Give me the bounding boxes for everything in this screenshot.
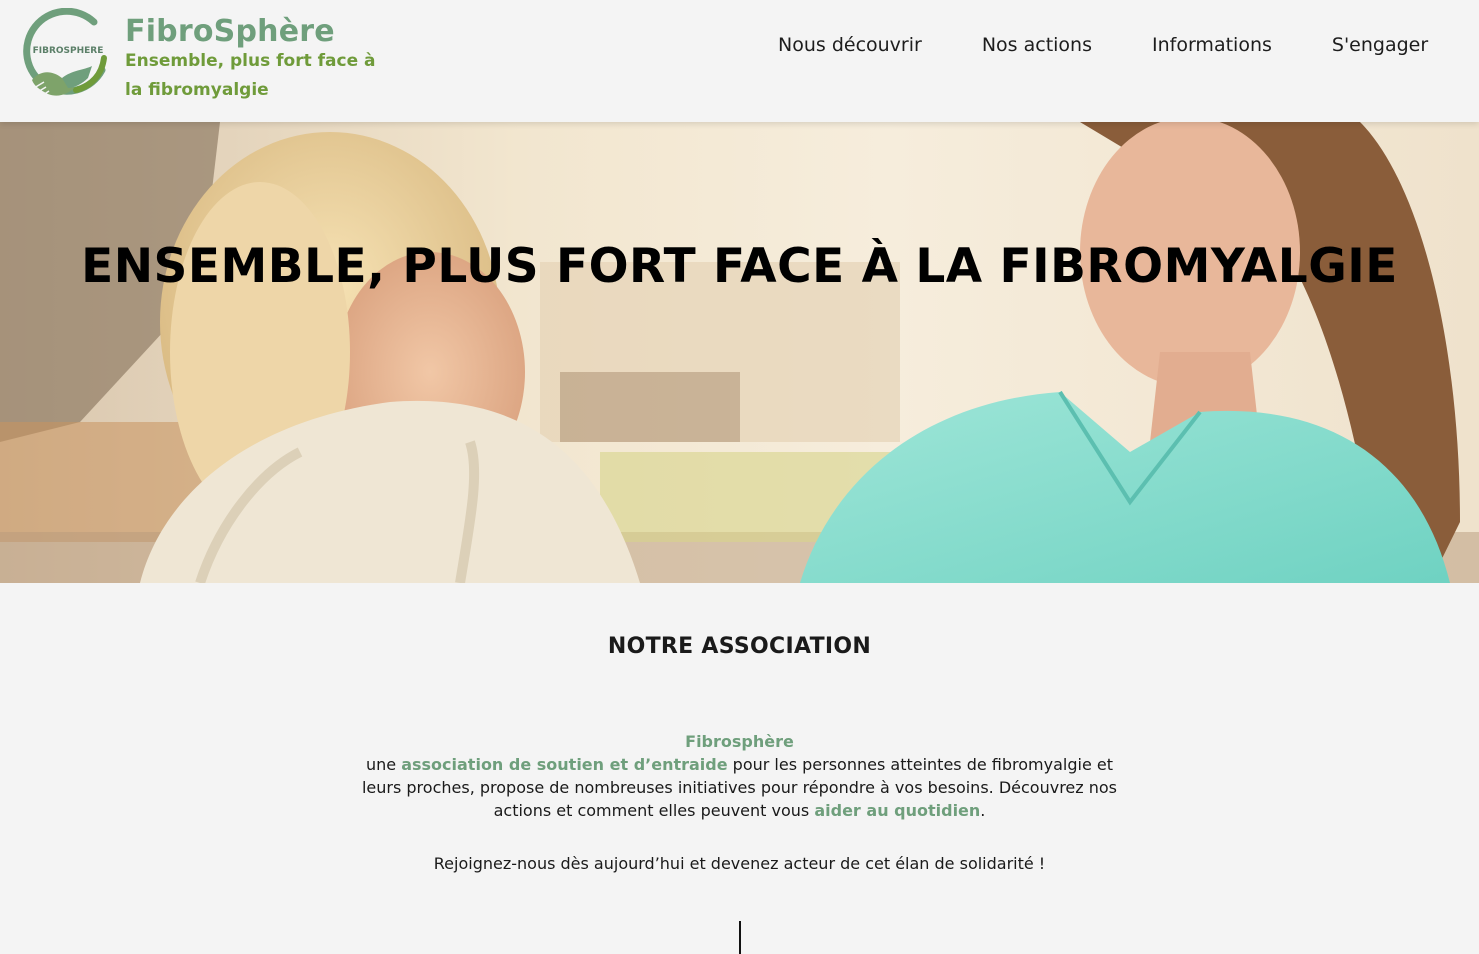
- fibrosphere-logo[interactable]: FIBROSPHERE: [22, 8, 114, 100]
- brand-title[interactable]: FibroSphère: [125, 14, 335, 49]
- logo-text: FIBROSPHERE: [33, 46, 104, 56]
- hero-title: ENSEMBLE, PLUS FORT FACE À LA FIBROMYALG…: [81, 239, 1398, 294]
- hero-banner: ENSEMBLE, PLUS FORT FACE À LA FIBROMYALG…: [0, 122, 1479, 583]
- nav-item-informations[interactable]: Informations: [1152, 34, 1272, 56]
- hero-background-image: [0, 122, 1479, 583]
- nav-item-nous-decouvrir[interactable]: Nous découvrir: [778, 34, 922, 56]
- about-text-part: .: [980, 801, 986, 820]
- about-description: Fibrosphère une association de soutien e…: [360, 730, 1119, 822]
- site-header: FIBROSPHERE FibroSphère Ensemble, plus f…: [0, 0, 1479, 122]
- section-title: NOTRE ASSOCIATION: [607, 634, 872, 659]
- association-name: Fibrosphère: [685, 732, 794, 751]
- about-paragraph: une association de soutien et d’entraide…: [360, 753, 1119, 822]
- nav-item-s-engager[interactable]: S'engager: [1332, 34, 1428, 56]
- nav-item-nos-actions[interactable]: Nos actions: [982, 34, 1092, 56]
- about-text-part: une: [365, 755, 402, 774]
- highlight-daily-help: aider au quotidien: [814, 801, 981, 820]
- call-to-action: Rejoignez-nous dès aujourd’hui et devene…: [433, 854, 1046, 873]
- highlight-support: association de soutien et d’entraide: [401, 755, 728, 774]
- main-nav: Nous découvrir Nos actions Informations …: [778, 34, 1428, 56]
- section-divider: [739, 921, 741, 954]
- brand-tagline: Ensemble, plus fort face à la fibromyalg…: [125, 51, 376, 100]
